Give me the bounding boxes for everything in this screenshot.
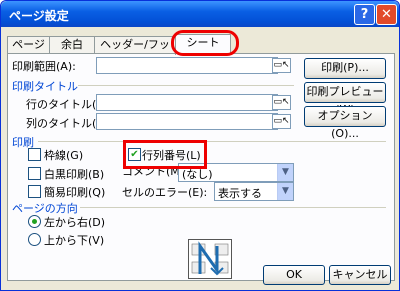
draft-quality-label: 簡易印刷(Q) [44,186,106,199]
ok-button[interactable]: OK [263,265,325,285]
options-button[interactable]: オプション(O)... [304,106,386,140]
top-to-bottom-radio[interactable] [28,233,41,246]
gridlines-label: 枠線(G) [44,149,84,162]
cell-errors-label: セルのエラー(E): [122,186,208,199]
tab-header-footer[interactable]: ヘッダー/フッター [94,36,176,67]
rows-to-repeat-input[interactable] [96,94,278,111]
tab-page[interactable]: ページ [7,36,50,54]
print-button[interactable]: 印刷(P)... [304,58,386,79]
gridlines-checkbox[interactable] [28,148,41,161]
cell-errors-select-value: 表示する [218,187,262,200]
chevron-down-icon[interactable]: ▼ [277,183,293,200]
black-white-checkbox[interactable] [28,167,41,180]
columns-to-repeat-input[interactable] [96,113,278,130]
print-area-range-picker-icon[interactable]: ▭↖ [272,58,291,73]
dialog-title: ページ設定 [9,9,69,23]
columns-range-picker-icon[interactable]: ▭↖ [272,114,291,129]
section-divider [78,85,294,86]
page-setup-dialog: ページ設定 ? ✕ ページ 余白 ヘッダー/フッター シート 印刷範囲(A): … [0,0,400,291]
help-button[interactable]: ? [354,4,375,25]
print-area-label: 印刷範囲(A): [12,60,76,73]
print-preview-button[interactable]: 印刷プレビュー(W) [304,82,386,116]
rows-range-picker-icon[interactable]: ▭↖ [272,95,291,110]
page-order-preview-icon [188,239,232,279]
black-white-label: 白黒印刷(B) [44,168,105,181]
row-col-headings-highlight-box [123,140,207,169]
left-to-right-label: 左から右(D) [44,216,106,229]
tab-highlight-circle [171,30,239,56]
print-titles-section: 印刷タイトル [12,80,78,93]
draft-quality-checkbox[interactable] [28,185,41,198]
cancel-button[interactable]: キャンセル [329,265,391,285]
close-button[interactable]: ✕ [376,4,397,25]
tab-margins[interactable]: 余白 [49,36,95,54]
section-divider [80,207,386,208]
title-bar: ページ設定 ? ✕ [1,1,399,27]
section-divider [38,141,386,142]
print-area-input[interactable] [96,57,278,74]
top-to-bottom-label: 上から下(V) [44,234,105,247]
cell-errors-select[interactable]: 表示する ▼ [214,182,294,201]
chevron-down-icon[interactable]: ▼ [277,164,293,181]
left-to-right-radio[interactable] [28,215,41,228]
